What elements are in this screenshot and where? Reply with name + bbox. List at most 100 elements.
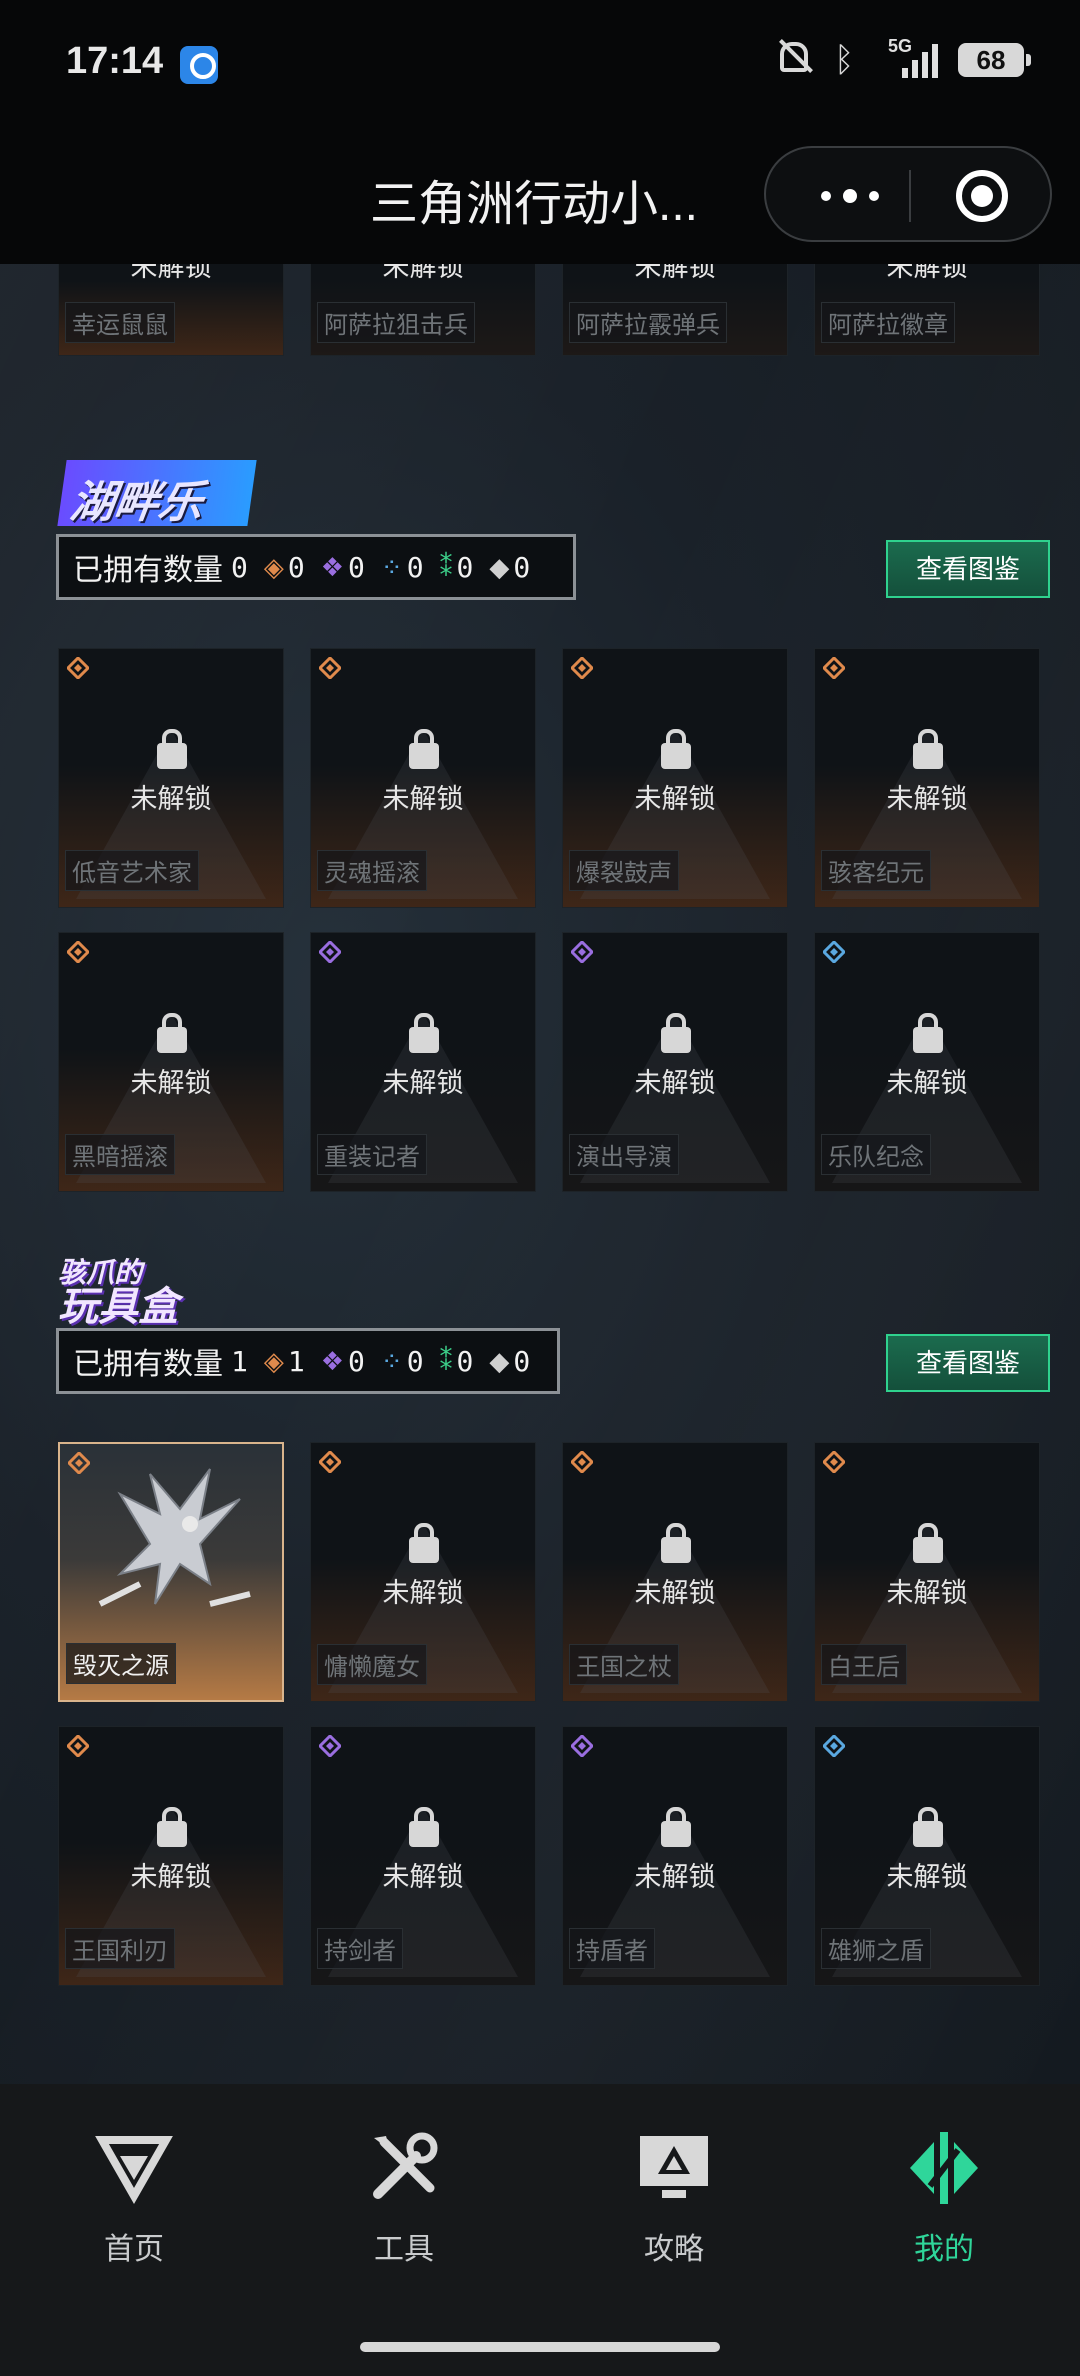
purple-diamond-icon: ❖: [320, 1345, 345, 1376]
collection-card[interactable]: 未解锁 低音艺术家: [58, 648, 284, 908]
item-name: 灵魂摇滚: [317, 850, 427, 891]
item-name: 骇客纪元: [821, 850, 931, 891]
orange-diamond-icon: ◈: [263, 1345, 284, 1376]
blue-count: 0: [406, 550, 424, 584]
item-name: 王国之杖: [569, 1644, 679, 1685]
lock-icon: [409, 1013, 439, 1053]
locked-status: 未解锁: [886, 1068, 968, 1098]
home-logo-icon: [94, 2128, 174, 2208]
collection-card[interactable]: 毁灭之源: [58, 1442, 284, 1702]
owned-count-box: 已拥有数量 1 ◈ 1 ❖ 0 ⁘ 0 ⁑ 0 ◆ 0: [56, 1328, 560, 1394]
item-name: 雄狮之盾: [821, 1928, 931, 1969]
purple-count: 0: [348, 1344, 365, 1378]
item-name: 王国利刃: [65, 1928, 175, 1969]
collection-card[interactable]: 未解锁 阿萨拉徽章: [814, 264, 1040, 356]
collection-content[interactable]: 未解锁 幸运鼠鼠 未解锁 阿萨拉狙击兵 未解锁 阿萨拉霰弹兵 未解锁 阿萨拉徽章…: [0, 264, 1080, 2084]
blue-rarity-icon: [823, 941, 845, 963]
orange-rarity-icon: [67, 1735, 89, 1757]
collection-card[interactable]: 未解锁 黑暗摇滚: [58, 932, 284, 1192]
item-name: 重装记者: [317, 1134, 427, 1175]
view-collection-button[interactable]: 查看图鉴: [886, 540, 1050, 598]
collection-card[interactable]: 未解锁 持剑者: [310, 1726, 536, 1986]
locked-status: 未解锁: [886, 1862, 968, 1892]
nav-label: 首页: [104, 2233, 164, 2266]
locked-status: 未解锁: [634, 1862, 716, 1892]
lock-icon: [157, 1807, 187, 1847]
collection-card[interactable]: 未解锁爆裂鼓声: [562, 648, 788, 908]
locked-status: 未解锁: [130, 1862, 212, 1892]
owned-count-total: 1: [231, 1344, 248, 1378]
purple-rarity-icon: [319, 941, 341, 963]
lock-icon: [913, 1013, 943, 1053]
collection-card[interactable]: 未解锁 演出导演: [562, 932, 788, 1192]
lock-icon: [661, 729, 691, 769]
locked-status: 未解锁: [634, 784, 716, 814]
collection-card[interactable]: 未解锁王国利刃: [58, 1726, 284, 1986]
orange-rarity-icon: [67, 941, 89, 963]
owned-count-label: 已拥有数量: [73, 1348, 223, 1381]
blue-count: 0: [406, 1344, 424, 1378]
nav-item-mine[interactable]: 我的: [874, 2128, 1014, 2268]
locked-status: 未解锁: [130, 264, 212, 282]
orange-count: 1: [287, 1344, 305, 1378]
collection-card[interactable]: 未解锁 阿萨拉狙击兵: [310, 264, 536, 356]
nav-label: 工具: [374, 2233, 434, 2266]
green-diamond-icon: ⁑: [439, 551, 453, 582]
white-diamond-icon: ◆: [489, 1345, 510, 1376]
collection-card[interactable]: 未解锁雄狮之盾: [814, 1726, 1040, 1986]
orange-rarity-icon: [68, 1452, 90, 1474]
dot-icon: [821, 191, 831, 201]
tools-icon: [364, 2128, 444, 2208]
view-collection-button[interactable]: 查看图鉴: [886, 1334, 1050, 1392]
lock-icon: [157, 1013, 187, 1053]
dot-icon: [869, 191, 879, 201]
collection-card[interactable]: 未解锁乐队纪念: [814, 932, 1040, 1192]
mini-program-capsule: [764, 146, 1052, 242]
green-count: 0: [456, 550, 474, 584]
item-name: 白王后: [821, 1644, 907, 1685]
battery-icon: 68: [958, 43, 1031, 77]
blue-diamond-icon: ⁘: [380, 551, 403, 582]
nav-item-home[interactable]: 首页: [64, 2128, 204, 2268]
item-artwork-icon: [98, 1468, 251, 1607]
home-indicator[interactable]: [360, 2342, 720, 2352]
more-options-button[interactable]: [810, 178, 890, 214]
lock-icon: [913, 1807, 943, 1847]
toybox-logo-line2: 玩具盒: [58, 1285, 178, 1329]
green-diamond-icon: ⁑: [439, 1345, 453, 1376]
nav-item-guide[interactable]: 攻略: [604, 2128, 744, 2268]
item-name: 乐队纪念: [821, 1134, 931, 1175]
green-count: 0: [456, 1344, 474, 1378]
locked-status: 未解锁: [886, 784, 968, 814]
collection-card[interactable]: 未解锁 白王后: [814, 1442, 1040, 1702]
collection-card[interactable]: 未解锁 灵魂摇滚: [310, 648, 536, 908]
lock-icon: [661, 1807, 691, 1847]
locked-status: 未解锁: [382, 1578, 464, 1608]
collection-card[interactable]: 未解锁 慵懒魔女: [310, 1442, 536, 1702]
collection-card[interactable]: 未解锁骇客纪元: [814, 648, 1040, 908]
toybox-series-logo: 骇爪的 玩具盒: [58, 1256, 228, 1328]
collection-card[interactable]: 未解锁 持盾者: [562, 1726, 788, 1986]
locked-status: 未解锁: [634, 1578, 716, 1608]
close-mini-program-button[interactable]: [956, 170, 1008, 222]
lock-icon: [913, 729, 943, 769]
orange-rarity-icon: [571, 657, 593, 679]
status-bar: 17:14 ᛒ 5G 68: [0, 0, 1080, 130]
nav-item-tools[interactable]: 工具: [334, 2128, 474, 2268]
orange-rarity-icon: [823, 1451, 845, 1473]
collection-card[interactable]: 未解锁 幸运鼠鼠: [58, 264, 284, 356]
collection-card[interactable]: 未解锁王国之杖: [562, 1442, 788, 1702]
blue-rarity-icon: [823, 1735, 845, 1757]
item-name: 幸运鼠鼠: [65, 302, 175, 343]
collection-card[interactable]: 未解锁重装记者: [310, 932, 536, 1192]
purple-rarity-icon: [571, 941, 593, 963]
orange-diamond-icon: ◈: [263, 551, 284, 582]
item-name: 黑暗摇滚: [65, 1134, 175, 1175]
item-name: 爆裂鼓声: [569, 850, 679, 891]
locked-status: 未解锁: [382, 1068, 464, 1098]
item-name: 演出导演: [569, 1134, 679, 1175]
item-name: 毁灭之源: [66, 1643, 176, 1684]
item-name: 阿萨拉徽章: [821, 302, 955, 343]
title-bar: 三角洲行动小...: [0, 130, 1080, 264]
collection-card[interactable]: 未解锁 阿萨拉霰弹兵: [562, 264, 788, 356]
